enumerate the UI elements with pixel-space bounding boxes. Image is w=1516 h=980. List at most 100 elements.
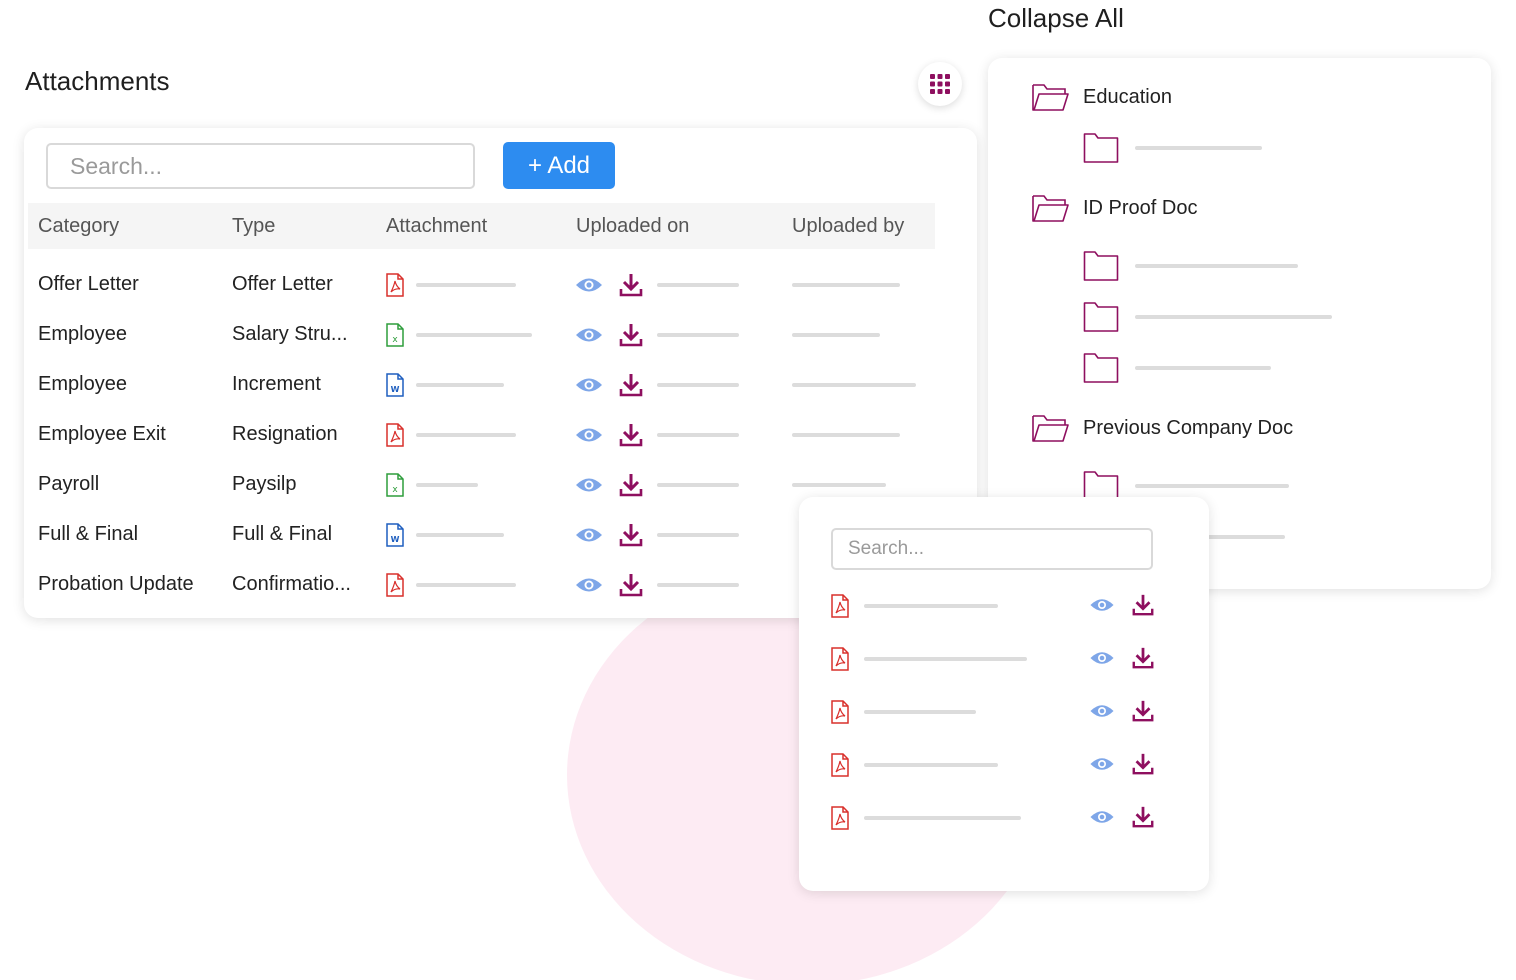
list-item: [829, 798, 1159, 838]
folder-name: Previous Company Doc: [1083, 417, 1294, 439]
eye-icon[interactable]: [1089, 809, 1115, 825]
cell-type: Confirmatio...: [232, 573, 351, 595]
column-header-uploaded-on: Uploaded on: [576, 215, 690, 237]
attachment-name-placeholder: [416, 483, 478, 487]
subfolder-item[interactable]: [1083, 352, 1343, 392]
eye-icon[interactable]: [575, 476, 603, 494]
folder-group[interactable]: Previous Company Doc: [1031, 408, 1451, 448]
folder-open-icon: [1031, 81, 1069, 113]
pdf-file-icon[interactable]: [830, 647, 850, 671]
cell-type: Offer Letter: [232, 273, 333, 295]
folder-name: ID Proof Doc: [1083, 197, 1198, 219]
subfolder-name-placeholder: [1135, 264, 1298, 268]
folder-icon: [1083, 132, 1119, 164]
eye-icon[interactable]: [575, 326, 603, 344]
cell-category: Probation Update: [38, 573, 194, 595]
table-row: Employee Increment W: [24, 359, 944, 409]
cell-category: Payroll: [38, 473, 100, 495]
eye-icon[interactable]: [1089, 597, 1115, 613]
pdf-file-icon[interactable]: [385, 273, 405, 297]
cell-type: Paysilp: [232, 473, 297, 495]
eye-icon[interactable]: [575, 426, 603, 444]
list-item: [829, 586, 1159, 626]
word-file-icon[interactable]: W: [385, 523, 405, 547]
eye-icon[interactable]: [575, 526, 603, 544]
download-icon[interactable]: [618, 522, 644, 548]
folder-name: Education: [1083, 86, 1172, 108]
download-icon[interactable]: [618, 572, 644, 598]
download-icon[interactable]: [1131, 752, 1155, 776]
svg-text:W: W: [391, 385, 400, 394]
download-icon[interactable]: [1131, 699, 1155, 723]
uploaded-on-placeholder: [657, 483, 739, 487]
uploaded-on-placeholder: [657, 533, 739, 537]
subfolder-name-placeholder: [1135, 366, 1271, 370]
subfolder-item[interactable]: [1083, 132, 1343, 172]
eye-icon[interactable]: [575, 376, 603, 394]
grid-menu-button[interactable]: [918, 62, 962, 106]
pdf-file-icon[interactable]: [830, 594, 850, 618]
cell-category: Employee Exit: [38, 423, 166, 445]
collapse-all-link[interactable]: Collapse All: [988, 3, 1124, 34]
list-item: [829, 639, 1159, 679]
column-header-type: Type: [232, 215, 276, 237]
word-file-icon[interactable]: W: [385, 373, 405, 397]
svg-text:W: W: [391, 535, 400, 544]
uploaded-on-placeholder: [657, 433, 739, 437]
add-attachment-button[interactable]: + Add: [503, 142, 615, 189]
table-row: Offer Letter Offer Letter: [24, 259, 944, 309]
cell-type: Increment: [232, 373, 321, 395]
subfolder-name-placeholder: [1135, 315, 1332, 319]
pdf-file-icon[interactable]: [830, 806, 850, 830]
file-name-placeholder: [864, 816, 1021, 820]
cell-type: Salary Stru...: [232, 323, 348, 345]
svg-text:x: x: [392, 485, 398, 495]
list-item: [829, 692, 1159, 732]
download-icon[interactable]: [618, 322, 644, 348]
grid-menu-icon: [930, 74, 950, 94]
download-icon[interactable]: [618, 372, 644, 398]
download-icon[interactable]: [618, 472, 644, 498]
eye-icon[interactable]: [1089, 756, 1115, 772]
download-icon[interactable]: [1131, 805, 1155, 829]
eye-icon[interactable]: [575, 276, 603, 294]
attachment-name-placeholder: [416, 333, 532, 337]
excel-file-icon[interactable]: x: [385, 473, 405, 497]
file-name-placeholder: [864, 604, 998, 608]
cell-category: Full & Final: [38, 523, 139, 545]
uploaded-on-placeholder: [657, 383, 739, 387]
download-icon[interactable]: [618, 422, 644, 448]
download-icon[interactable]: [1131, 593, 1155, 617]
cell-category: Employee: [38, 373, 127, 395]
cell-type: Full & Final: [232, 523, 333, 545]
excel-file-icon[interactable]: x: [385, 323, 405, 347]
eye-icon[interactable]: [1089, 650, 1115, 666]
attachment-name-placeholder: [416, 583, 516, 587]
subfolder-name-placeholder: [1135, 484, 1289, 488]
folder-group[interactable]: ID Proof Doc: [1031, 188, 1451, 228]
uploaded-on-placeholder: [657, 583, 739, 587]
subfolder-item[interactable]: [1083, 250, 1343, 290]
pdf-file-icon[interactable]: [385, 423, 405, 447]
download-icon[interactable]: [1131, 646, 1155, 670]
download-icon[interactable]: [618, 272, 644, 298]
svg-text:x: x: [392, 335, 398, 345]
pdf-file-icon[interactable]: [385, 573, 405, 597]
column-header-attachment: Attachment: [386, 215, 488, 237]
pdf-file-icon[interactable]: [830, 700, 850, 724]
file-name-placeholder: [864, 657, 1027, 661]
uploaded-by-placeholder: [792, 283, 900, 287]
popup-search-input[interactable]: [831, 528, 1153, 570]
folder-group[interactable]: Education: [1031, 77, 1451, 117]
column-header-category: Category: [38, 215, 120, 237]
eye-icon[interactable]: [1089, 703, 1115, 719]
uploaded-on-placeholder: [657, 283, 739, 287]
attachments-search-input[interactable]: [46, 143, 475, 189]
pdf-file-icon[interactable]: [830, 753, 850, 777]
attachment-name-placeholder: [416, 383, 504, 387]
subfolder-item[interactable]: [1083, 301, 1343, 341]
folder-icon: [1083, 301, 1119, 333]
uploaded-by-placeholder: [792, 333, 880, 337]
folder-open-icon: [1031, 412, 1069, 444]
eye-icon[interactable]: [575, 576, 603, 594]
